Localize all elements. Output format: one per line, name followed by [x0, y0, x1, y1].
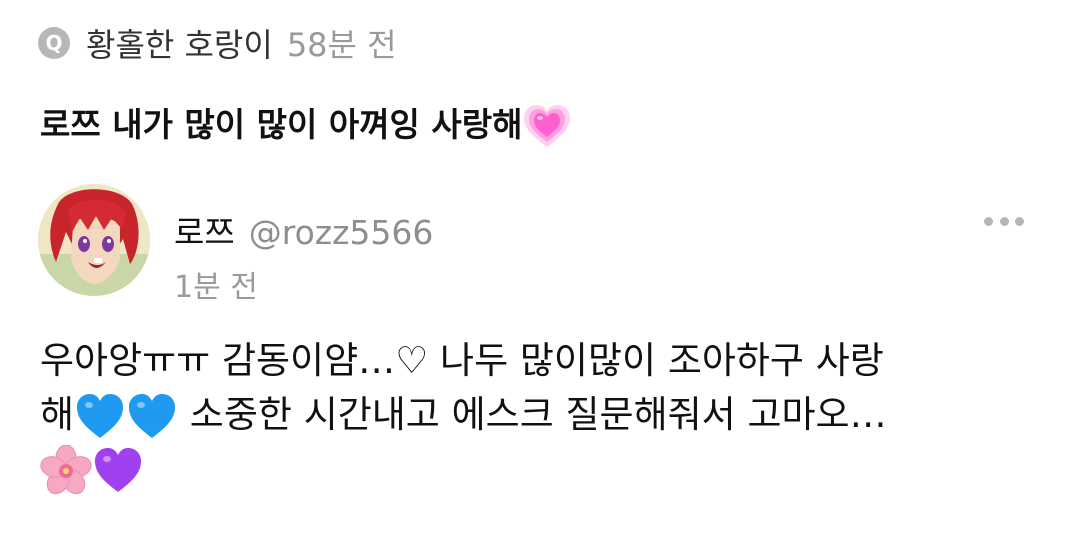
- question-header: Q 황홀한 호랑이 58분 전: [38, 20, 397, 66]
- question-timestamp: 58분 전: [286, 26, 397, 64]
- purple-heart-icon: [95, 447, 141, 492]
- answerer-info: 로쯔 @rozz5566: [174, 206, 433, 254]
- growing-heart-icon: [522, 102, 572, 152]
- answer-line: [40, 442, 1050, 496]
- more-dot: [1015, 216, 1024, 226]
- blue-heart-icon: [129, 393, 176, 438]
- answer-line-text: 소중한 시간내고 에스크 질문해줘서 고마오…: [178, 393, 887, 436]
- question-text-content: 로쯔 내가 많이 많이 아껴잉 사랑해: [40, 105, 523, 144]
- question-badge-icon: Q: [38, 27, 70, 59]
- answer-line-text: 해: [40, 393, 75, 436]
- cherry-blossom-icon: [40, 444, 92, 494]
- answer-line: 해 소중한 시간내고 에스크 질문해줘서 고마오…: [40, 388, 1050, 442]
- answerer-name[interactable]: 로쯔: [174, 206, 235, 254]
- answer-timestamp: 1분 전: [174, 270, 258, 305]
- more-options-button[interactable]: [984, 214, 1024, 228]
- asker-name[interactable]: 황홀한 호랑이: [86, 20, 273, 66]
- answer-header: 로쯔 @rozz5566 1분 전: [38, 184, 1042, 305]
- answer-line-text: 우아앙ㅠㅠ 감동이얌…♡ 나두 많이많이 조아하구 사랑: [40, 339, 884, 382]
- question-text: 로쯔 내가 많이 많이 아껴잉 사랑해: [40, 98, 572, 152]
- more-dot: [999, 216, 1009, 226]
- blue-heart-icon: [77, 393, 124, 438]
- answer-line: 우아앙ㅠㅠ 감동이얌…♡ 나두 많이많이 조아하구 사랑: [40, 334, 1050, 388]
- answerer-handle[interactable]: @rozz5566: [249, 213, 434, 252]
- avatar[interactable]: [38, 184, 150, 296]
- answer-text: 우아앙ㅠㅠ 감동이얌…♡ 나두 많이많이 조아하구 사랑 해 소중한 시간내고 …: [40, 334, 1050, 496]
- more-horizontal-icon: [984, 216, 993, 226]
